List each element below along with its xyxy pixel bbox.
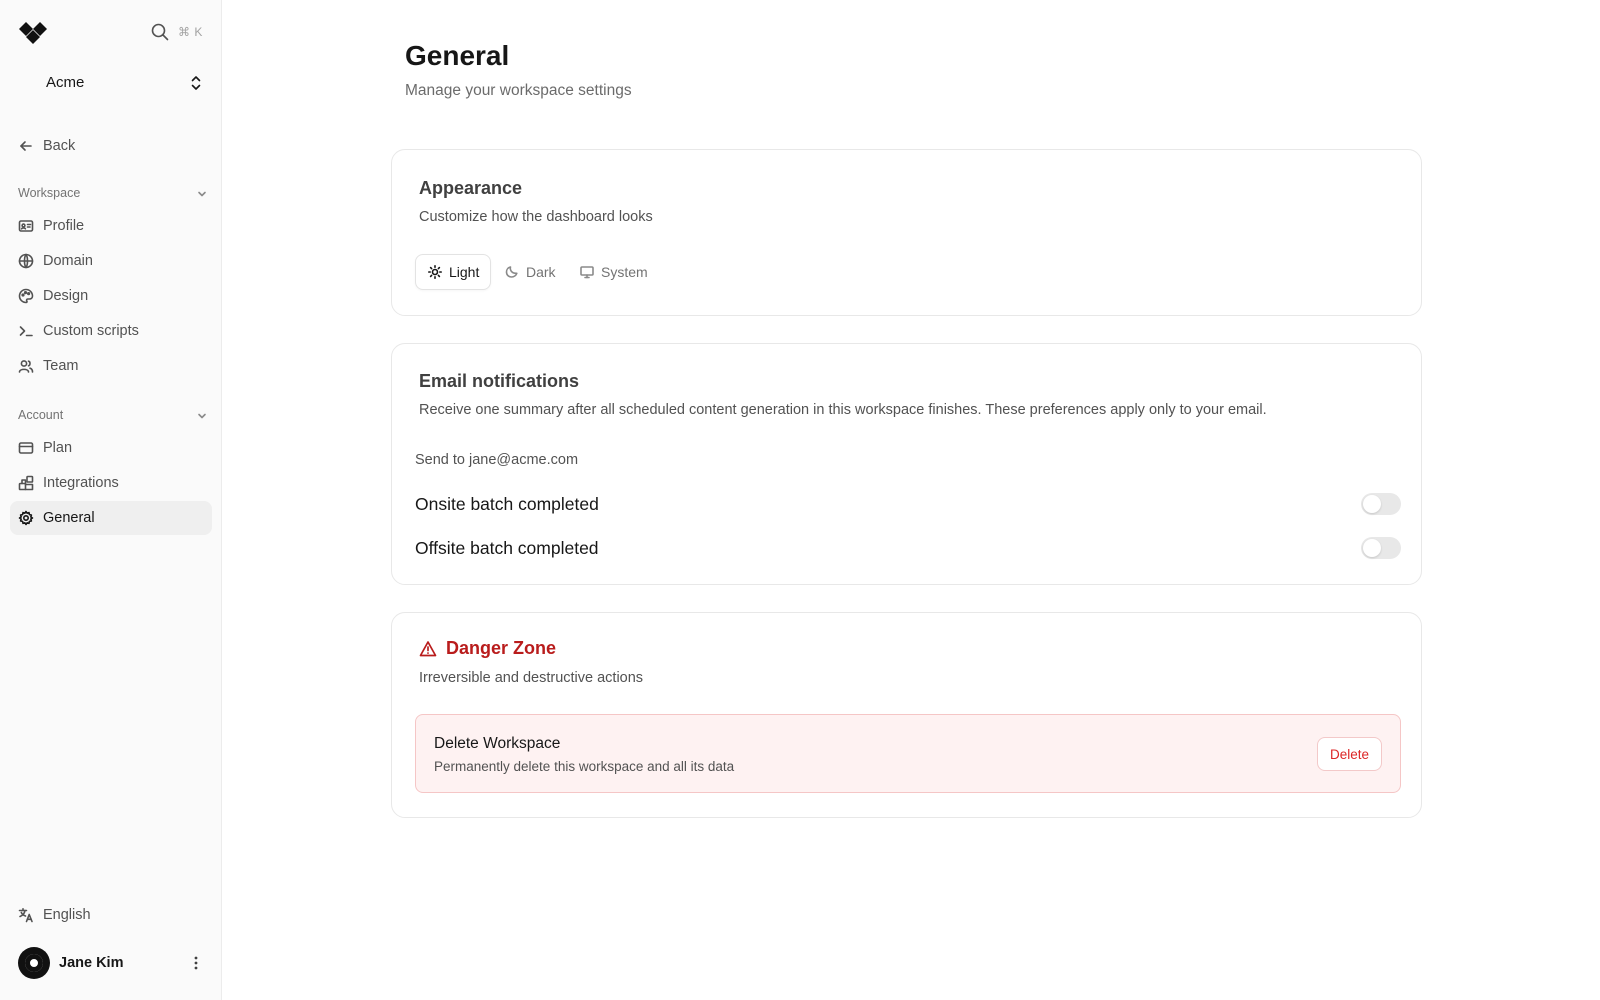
page-subtitle: Manage your workspace settings bbox=[405, 82, 632, 99]
theme-option-label: Dark bbox=[526, 264, 556, 280]
delete-workspace-panel: Delete Workspace Permanently delete this… bbox=[415, 714, 1401, 793]
delete-workspace-description: Permanently delete this workspace and al… bbox=[434, 759, 735, 774]
arrow-left-icon bbox=[20, 141, 32, 151]
language-label: English bbox=[43, 907, 91, 923]
terminal-icon bbox=[19, 326, 33, 337]
theme-option-dark[interactable]: Dark bbox=[493, 254, 567, 290]
toggle-row-offsite: Offsite batch completed bbox=[415, 534, 1401, 562]
user-menu: Jane Kim bbox=[10, 944, 212, 982]
sidebar-item-general[interactable]: General bbox=[10, 501, 212, 535]
globe-icon bbox=[18, 253, 34, 269]
toggle-label: Onsite batch completed bbox=[415, 494, 599, 514]
workspace-name: Acme bbox=[46, 74, 85, 91]
id-card-icon bbox=[18, 220, 34, 232]
sidebar-item-profile[interactable]: Profile bbox=[10, 209, 212, 243]
group-header-workspace[interactable]: Workspace bbox=[18, 185, 210, 203]
theme-option-system[interactable]: System bbox=[568, 254, 659, 290]
appearance-card: Appearance Customize how the dashboard l… bbox=[391, 149, 1422, 316]
sidebar-item-label: Profile bbox=[43, 218, 85, 234]
delete-workspace-button[interactable]: Delete bbox=[1317, 737, 1382, 771]
sidebar-item-design[interactable]: Design bbox=[10, 279, 212, 313]
sidebar-header: ⌘ K Acme bbox=[0, 0, 221, 112]
email-notifications-card: Email notifications Receive one summary … bbox=[391, 343, 1422, 585]
workspace-switcher[interactable]: Acme bbox=[10, 66, 210, 100]
card-title: Appearance bbox=[419, 178, 523, 198]
credit-card-icon bbox=[18, 442, 34, 454]
toggle-row-onsite: Onsite batch completed bbox=[415, 490, 1401, 518]
alert-triangle-icon bbox=[419, 640, 437, 656]
sidebar-item-team[interactable]: Team bbox=[10, 349, 212, 383]
sidebar-item-domain[interactable]: Domain bbox=[10, 244, 212, 278]
card-description: Customize how the dashboard looks bbox=[419, 209, 653, 225]
user-name: Jane Kim bbox=[59, 955, 124, 971]
sidebar: ⌘ K Acme Back Workspace Profile Domain D… bbox=[0, 0, 222, 1000]
sidebar-item-label: Design bbox=[43, 288, 89, 304]
search-shortcut: ⌘ K bbox=[178, 25, 203, 39]
languages-icon bbox=[18, 908, 33, 923]
chevron-down-icon bbox=[198, 191, 206, 197]
send-to-text: Send to jane@acme.com bbox=[415, 452, 579, 468]
search-icon[interactable] bbox=[150, 22, 170, 42]
sidebar-item-integrations[interactable]: Integrations bbox=[10, 466, 212, 500]
sidebar-item-label: Team bbox=[43, 358, 79, 374]
danger-zone-card: Danger Zone Irreversible and destructive… bbox=[391, 612, 1422, 818]
more-vertical-icon[interactable] bbox=[186, 953, 206, 973]
page-title: General bbox=[405, 40, 510, 71]
chevrons-up-down-icon bbox=[191, 76, 201, 90]
toggle-label: Offsite batch completed bbox=[415, 538, 599, 558]
sun-icon bbox=[428, 265, 442, 279]
sidebar-item-plan[interactable]: Plan bbox=[10, 431, 212, 465]
danger-zone-title: Danger Zone bbox=[419, 638, 556, 659]
group-label: Account bbox=[18, 408, 64, 422]
offsite-batch-toggle[interactable] bbox=[1361, 537, 1401, 559]
sidebar-item-label: Integrations bbox=[43, 475, 119, 491]
avatar[interactable] bbox=[18, 947, 50, 979]
gear-icon bbox=[18, 510, 34, 526]
palette-icon bbox=[18, 288, 34, 304]
onsite-batch-toggle[interactable] bbox=[1361, 493, 1401, 515]
delete-workspace-title: Delete Workspace bbox=[434, 735, 561, 752]
sidebar-item-label: General bbox=[43, 510, 95, 526]
danger-zone-title-text: Danger Zone bbox=[446, 638, 557, 658]
group-header-account[interactable]: Account bbox=[18, 407, 210, 425]
sidebar-item-label: Plan bbox=[43, 440, 73, 456]
users-icon bbox=[18, 360, 34, 373]
back-label: Back bbox=[43, 138, 76, 154]
card-title: Email notifications bbox=[419, 371, 580, 391]
monitor-icon bbox=[580, 266, 594, 279]
theme-option-light[interactable]: Light bbox=[415, 254, 492, 290]
card-description: Irreversible and destructive actions bbox=[419, 670, 644, 686]
logo-icon[interactable] bbox=[17, 20, 49, 46]
theme-option-label: System bbox=[601, 264, 648, 280]
sidebar-item-custom-scripts[interactable]: Custom scripts bbox=[10, 314, 212, 348]
blocks-icon bbox=[18, 475, 34, 491]
theme-option-label: Light bbox=[449, 264, 480, 280]
language-selector[interactable]: English bbox=[10, 900, 212, 930]
group-label: Workspace bbox=[18, 186, 81, 200]
moon-icon bbox=[505, 266, 518, 278]
sidebar-item-label: Domain bbox=[43, 253, 93, 269]
card-description: Receive one summary after all scheduled … bbox=[419, 402, 1267, 418]
sidebar-item-label: Custom scripts bbox=[43, 323, 139, 339]
chevron-down-icon bbox=[198, 413, 206, 419]
back-link[interactable]: Back bbox=[10, 131, 212, 161]
